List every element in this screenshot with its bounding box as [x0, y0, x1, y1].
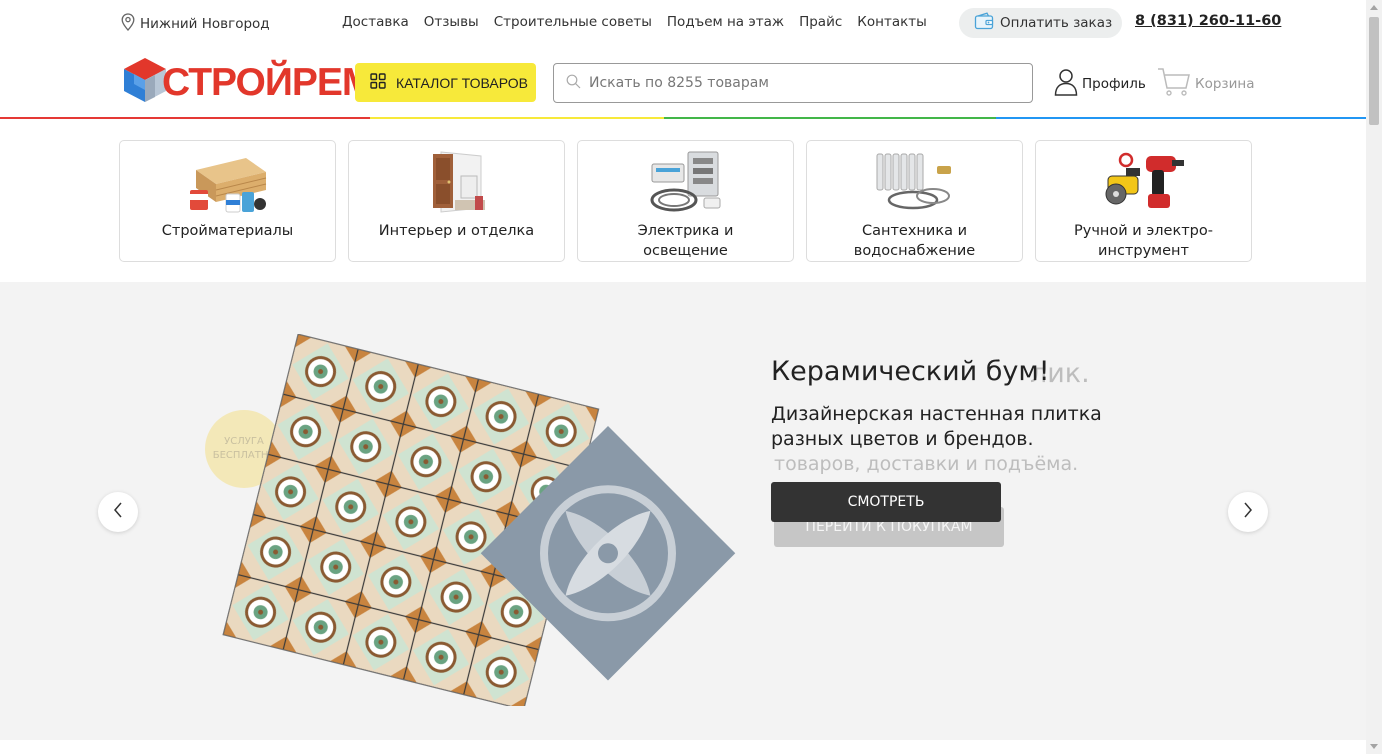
- search-bar: [553, 63, 1033, 103]
- slider-prev-button[interactable]: [98, 492, 138, 532]
- slide-view-button[interactable]: СМОТРЕТЬ: [771, 482, 1001, 522]
- electrical-panel-icon: [641, 149, 731, 215]
- category-label: Стройматериалы: [161, 223, 294, 239]
- catalog-label: КАТАЛОГ ТОВАРОВ: [396, 74, 528, 91]
- scroll-up-arrow[interactable]: [1370, 5, 1378, 10]
- logo[interactable]: СТРОЙРЕМ: [122, 58, 374, 106]
- profile-link[interactable]: Профиль: [1054, 68, 1146, 100]
- nav-link-tips[interactable]: Строительные советы: [494, 14, 652, 30]
- category-card-building[interactable]: Стройматериалы: [119, 140, 336, 262]
- wallet-icon: [974, 12, 994, 34]
- slide-title: Керамический бум!: [771, 356, 1050, 387]
- cart-link[interactable]: Корзина: [1157, 67, 1254, 101]
- scroll-thumb[interactable]: [1369, 17, 1379, 125]
- radiator-icon: [870, 149, 960, 215]
- user-icon: [1054, 68, 1078, 100]
- top-bar: Нижний Новгород Доставка Отзывы Строител…: [0, 0, 1366, 46]
- profile-label: Профиль: [1082, 76, 1146, 92]
- page-scrollbar[interactable]: [1366, 0, 1382, 754]
- nav-link-lift[interactable]: Подъем на этаж: [667, 14, 784, 30]
- slider-next-button[interactable]: [1228, 492, 1268, 532]
- category-label: Интерьер и отделка: [378, 223, 535, 239]
- top-nav: Доставка Отзывы Строительные советы Подъ…: [342, 14, 927, 30]
- promo-slider: УСЛУГА БЕСПЛАТНА лик. товаров, доставки …: [0, 282, 1366, 740]
- city-label: Нижний Новгород: [140, 16, 270, 32]
- grid-icon: [370, 73, 386, 92]
- header: СТРОЙРЕМ КАТАЛОГ ТОВАРОВ Профиль Корзина: [0, 46, 1366, 120]
- cart-icon: [1157, 67, 1191, 101]
- pay-order-label: Оплатить заказ: [1000, 15, 1113, 31]
- chevron-left-icon: [113, 502, 123, 522]
- nav-link-contacts[interactable]: Контакты: [857, 14, 926, 30]
- city-selector[interactable]: Нижний Новгород: [121, 13, 270, 35]
- category-card-tools[interactable]: Ручной и электро-инструмент: [1035, 140, 1252, 262]
- catalog-button[interactable]: КАТАЛОГ ТОВАРОВ: [355, 63, 536, 102]
- ghost-text: товаров, доставки и подъёма.: [774, 453, 1079, 475]
- phone-link[interactable]: 8 (831) 260-11-60: [1135, 13, 1281, 29]
- power-tools-icon: [1099, 149, 1189, 215]
- lumber-icon: [183, 149, 273, 215]
- cart-label: Корзина: [1195, 76, 1255, 92]
- chevron-right-icon: [1243, 502, 1253, 522]
- rainbow-divider: [0, 117, 1366, 119]
- category-card-interior[interactable]: Интерьер и отделка: [348, 140, 565, 262]
- category-row: Стройматериалы Интерьер и отделка Электр…: [119, 140, 1252, 262]
- category-label: Ручной и электро-инструмент: [1074, 223, 1213, 259]
- nav-link-delivery[interactable]: Доставка: [342, 14, 409, 30]
- nav-link-price[interactable]: Прайс: [799, 14, 842, 30]
- scroll-down-arrow[interactable]: [1370, 744, 1378, 749]
- location-pin-icon: [121, 13, 135, 35]
- logo-text: СТРОЙРЕМ: [162, 60, 374, 104]
- slide-text: Дизайнерская настенная плитка разных цве…: [771, 403, 1102, 450]
- category-card-electrical[interactable]: Электрика и освещение: [577, 140, 794, 262]
- door-icon: [412, 149, 502, 215]
- search-icon: [566, 74, 581, 93]
- category-card-plumbing[interactable]: Сантехника и водоснабжение: [806, 140, 1023, 262]
- nav-link-reviews[interactable]: Отзывы: [424, 14, 479, 30]
- ceramic-tile-image: [218, 333, 758, 711]
- search-input[interactable]: [589, 75, 1009, 91]
- category-label: Электрика и освещение: [637, 223, 734, 259]
- category-label: Сантехника и водоснабжение: [853, 223, 976, 259]
- pay-order-button[interactable]: Оплатить заказ: [959, 8, 1123, 38]
